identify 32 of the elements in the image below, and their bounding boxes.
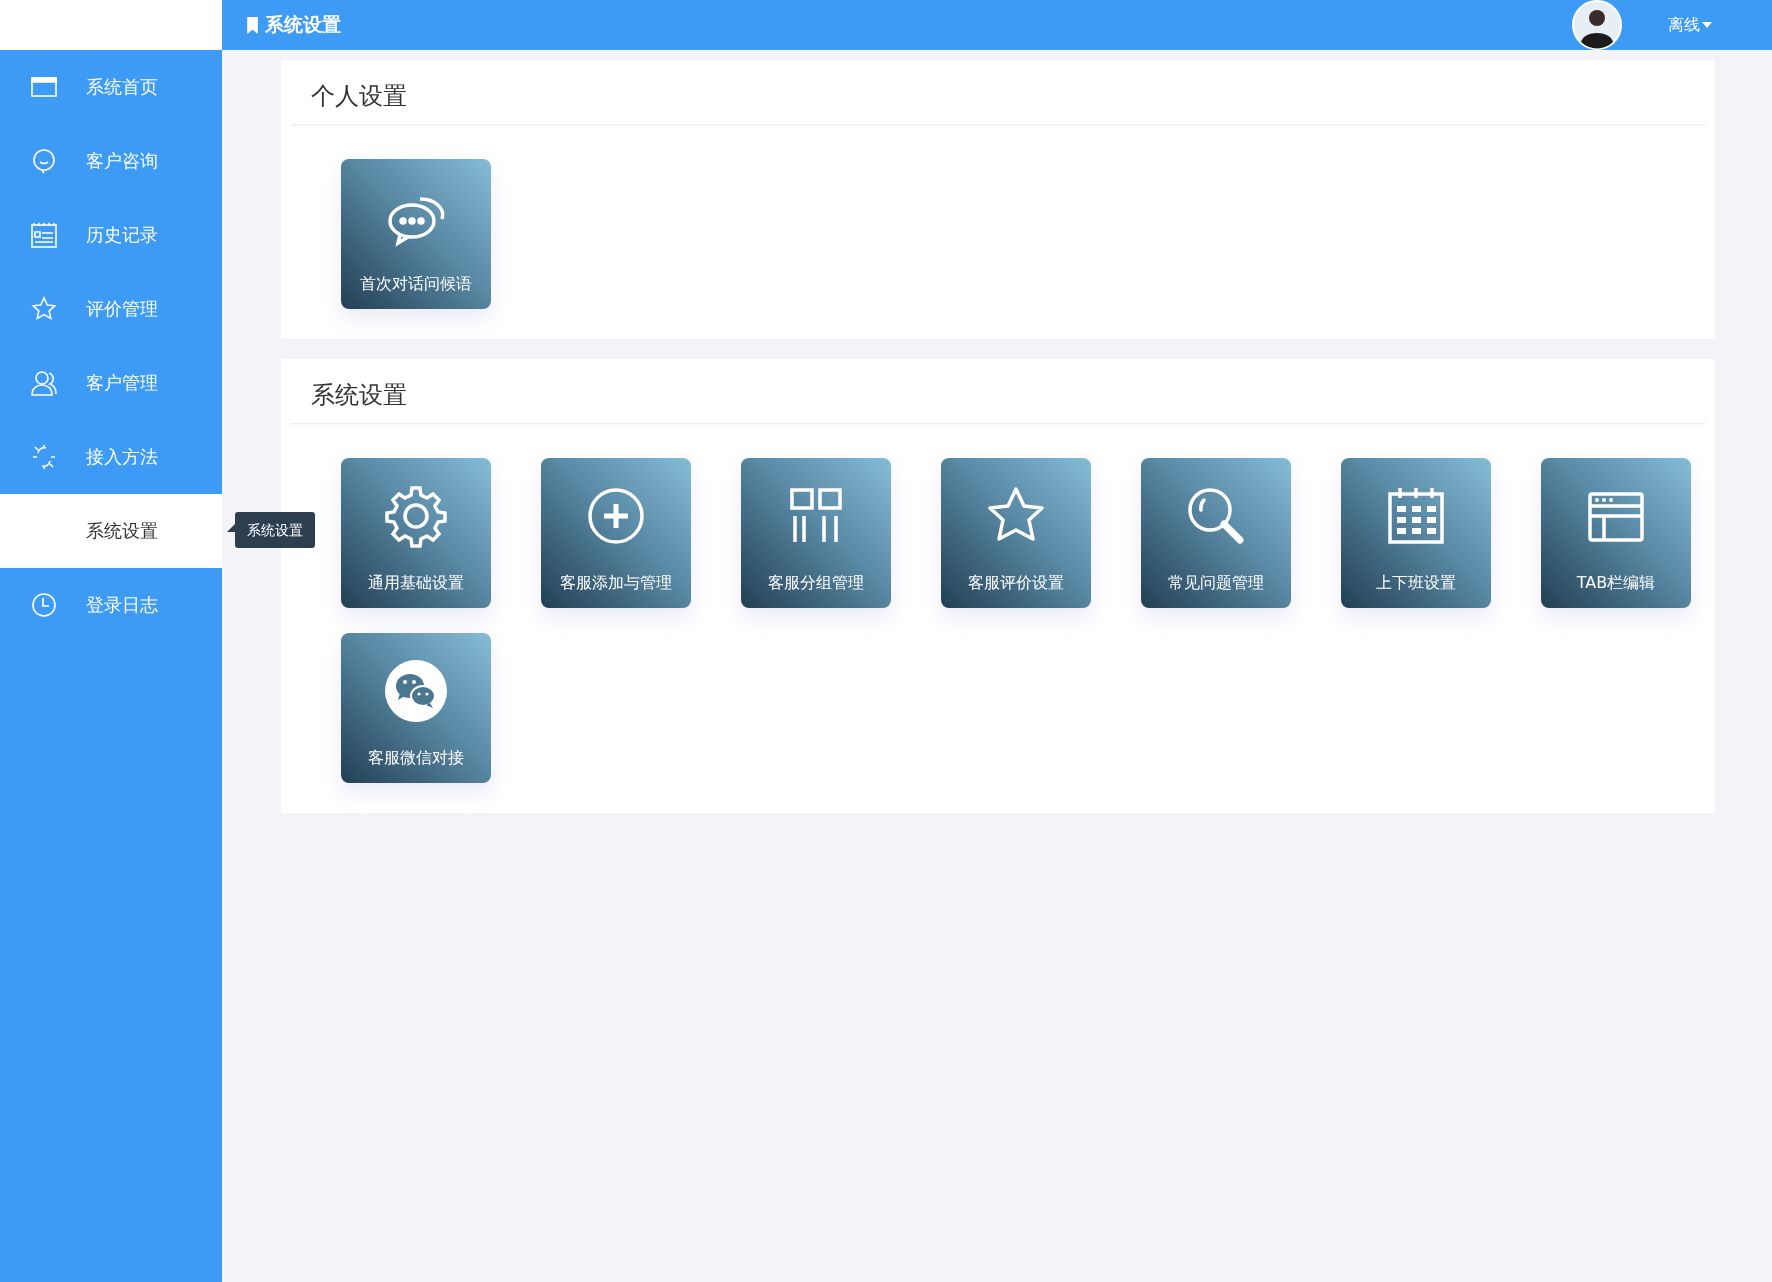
bookmark-icon xyxy=(246,16,259,34)
settings-tile[interactable]: 客服评价设置 xyxy=(941,458,1091,608)
settings-tile[interactable]: 上下班设置 xyxy=(1341,458,1491,608)
settings-tile[interactable]: 常见问题管理 xyxy=(1141,458,1291,608)
sidebar-item[interactable]: 登录日志 xyxy=(0,568,222,642)
page-title: 系统设置 xyxy=(265,12,341,37)
sidebar-item[interactable]: 历史记录 xyxy=(0,198,222,272)
settings-tile[interactable]: 客服分组管理 xyxy=(741,458,891,608)
chat-bubble-icon xyxy=(30,147,58,175)
sidebar-item[interactable]: 客户管理 xyxy=(0,346,222,420)
caret-icon xyxy=(1702,22,1712,28)
star-icon xyxy=(30,295,58,323)
tooltip-pointer-icon xyxy=(227,524,235,532)
chat-bubbles-icon xyxy=(384,659,448,723)
status-dropdown[interactable]: 离线 xyxy=(1668,14,1712,36)
section-title: 个人设置 xyxy=(311,82,407,110)
tooltip: 系统设置 xyxy=(235,512,315,548)
settings-tile[interactable]: 通用基础设置 xyxy=(341,458,491,608)
section-title: 系统设置 xyxy=(311,381,407,409)
settings-tile[interactable]: 客服添加与管理 xyxy=(541,458,691,608)
clock-icon xyxy=(30,591,58,619)
sidebar-item[interactable]: 评价管理 xyxy=(0,272,222,346)
settings-tile[interactable]: 客服微信对接 xyxy=(341,633,491,783)
list-icon xyxy=(30,221,58,249)
settings-tile[interactable]: 首次对话问候语 xyxy=(341,159,491,309)
users-icon xyxy=(30,369,58,397)
settings-tile[interactable]: TAB栏编辑 xyxy=(1541,458,1691,608)
sidebar-item[interactable]: 接入方法 xyxy=(0,420,222,494)
settings-icon xyxy=(384,484,448,548)
avatar-icon[interactable] xyxy=(1572,0,1622,50)
sidebar-item[interactable]: 系统首页 xyxy=(0,50,222,124)
sidebar-item[interactable]: 客户咨询 xyxy=(0,124,222,198)
